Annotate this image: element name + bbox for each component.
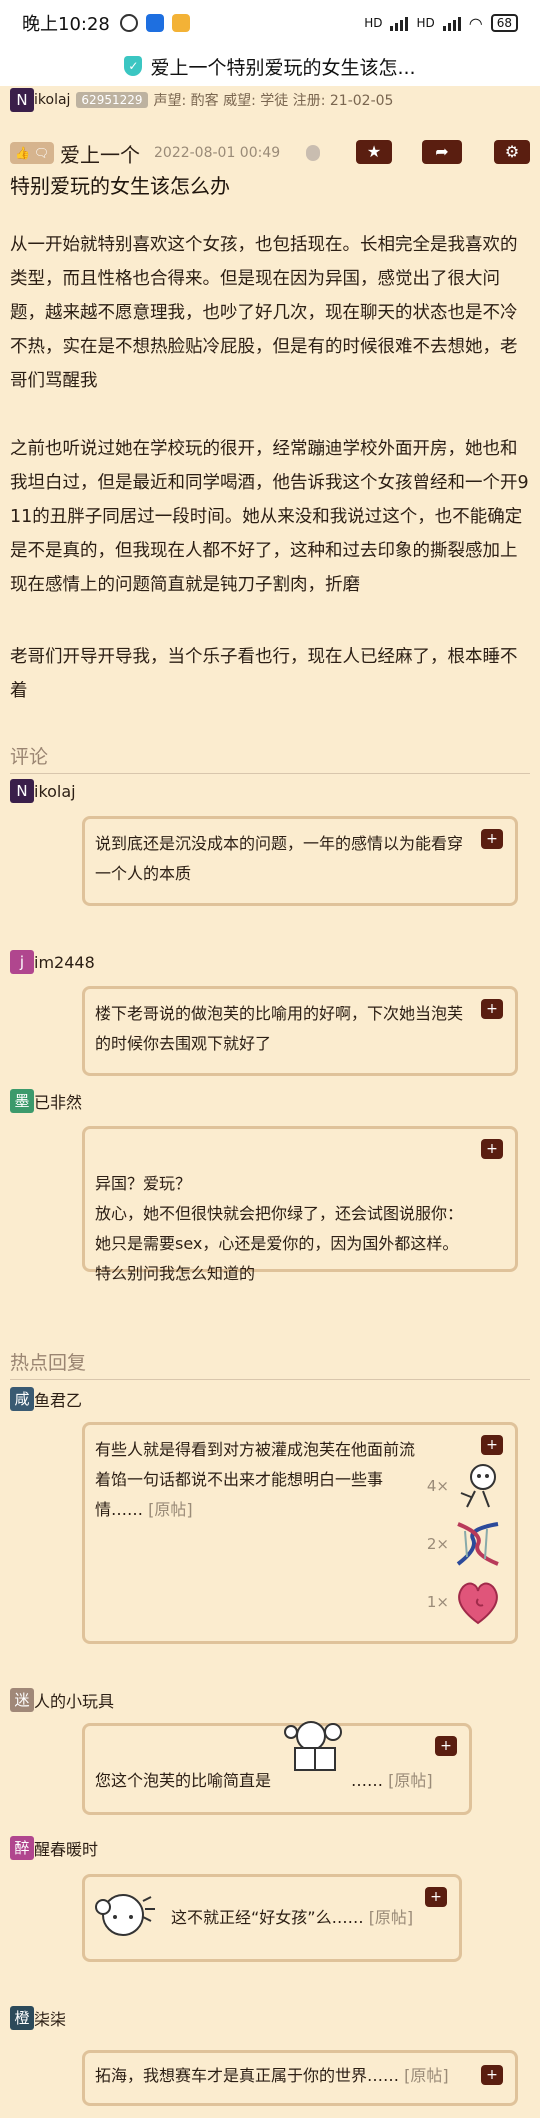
comment-bubble: 异国？爱玩？ 放心，她不但很快就会把你绿了，还会试图说服你：她只是需要sex，心… (82, 1126, 518, 1283)
reaction-count: 1× (426, 1593, 449, 1611)
share-button[interactable]: ➦ (422, 140, 462, 164)
shield-icon: ✓ (124, 56, 143, 76)
original-post-link[interactable]: [原帖] (148, 1500, 193, 1519)
battery-indicator: 68 (490, 14, 518, 32)
hot-reply-bubble: 有些人就是得看到对方被灌成泡芙在他面前流着馅一句话都说不出来才能想明白一些事情…… (82, 1422, 518, 1644)
hot-reply-username[interactable]: 鱼君乙 (34, 1387, 82, 1411)
comment-text: 楼下老哥说的做泡芙的比喻用的好啊，下次她当泡芙的时候你去围观下就好了 (95, 1004, 464, 1053)
hot-reply-text: 有些人就是得看到对方被灌成泡芙在他面前流着馅一句话都说不出来才能想明白一些事情…… (95, 1440, 416, 1519)
heart-icon (458, 1582, 498, 1625)
reaction-count: 4× (426, 1477, 449, 1495)
hot-replies-heading: 热点回复 (10, 1348, 530, 1380)
comment-user: N ikolaj (10, 779, 76, 803)
hot-reply-user: 咸 鱼君乙 (10, 1387, 82, 1411)
comments-heading: 评论 (10, 742, 530, 774)
hot-reply-user: 橙 柒柒 (10, 2006, 66, 2030)
comment-user: 墨 已非然 (10, 1089, 82, 1113)
reaction-dna[interactable]: 2× (427, 1519, 503, 1569)
post-title-part2: 特别爱玩的女生该怎么办 (10, 174, 230, 198)
message-notification-icon (171, 14, 190, 32)
hd-signal-label: HD (364, 16, 383, 30)
avatar[interactable]: 醉 (10, 1836, 34, 1860)
avatar[interactable]: N (10, 88, 34, 112)
plus-button[interactable]: + (481, 1139, 503, 1159)
comment-username[interactable]: im2448 (34, 953, 95, 972)
plus-button[interactable]: + (435, 1736, 457, 1756)
star-button[interactable]: ★ (356, 140, 392, 164)
hot-reply-username[interactable]: 柒柒 (34, 2006, 66, 2030)
status-time: 晚上10:28 (22, 14, 110, 35)
comment-bubble: 楼下老哥说的做泡芙的比喻用的好啊，下次她当泡芙的时候你去围观下就好了 + (82, 986, 518, 1076)
post-paragraph: 老哥们开导开导我，当个乐子看也行，现在人已经麻了，根本睡不着 (10, 647, 518, 701)
hot-reply-user: 迷 人的小玩具 (10, 1688, 114, 1712)
plus-button[interactable]: + (425, 1887, 447, 1907)
hot-reply-bubble: 这不就正经“好女孩”么…… [原帖] + (82, 1874, 462, 1962)
comment-username[interactable]: 已非然 (34, 1089, 82, 1113)
like-button[interactable]: 👍 🗨 (10, 142, 54, 164)
hot-reply-username[interactable]: 醒春暖时 (34, 1836, 98, 1860)
avatar[interactable]: N (10, 779, 34, 803)
original-post-link[interactable]: [原帖] (369, 1908, 414, 1927)
avatar[interactable]: 迷 (10, 1688, 34, 1712)
signal-icon-2 (442, 15, 461, 31)
plus-button[interactable]: + (481, 999, 503, 1019)
comment-user: j im2448 (10, 950, 95, 974)
reaction-stick-figure[interactable]: 4× (427, 1461, 503, 1511)
page-title: 爱上一个特别爱玩的女生该怎... (150, 56, 416, 79)
reaction-heart[interactable]: 1× (427, 1577, 503, 1627)
hot-reply-username[interactable]: 人的小玩具 (34, 1688, 114, 1712)
apple-icon (306, 145, 321, 161)
post-paragraph: 之前也听说过她在学校玩的很开，经常蹦迪学校外面开房，她也和我坦白过，但是最近和同… (10, 439, 529, 595)
hot-reply-user: 醉 醒春暖时 (10, 1836, 98, 1860)
comment-username[interactable]: ikolaj (34, 782, 76, 801)
comment-bubble: 说到底还是沉没成本的问题，一年的感情以为能看穿一个人的本质 + (82, 816, 518, 906)
alarm-icon (119, 14, 138, 32)
post-paragraph: 从一开始就特别喜欢这个女孩，也包括现在。长相完全是我喜欢的类型，而且性格也合得来… (10, 235, 518, 391)
hot-reply-bubble: 拓海，我想赛车才是真正属于你的世界…… [原帖] + (82, 2050, 518, 2106)
poster-uid: 62951229 (76, 92, 148, 108)
anime-girl-icon (95, 1894, 155, 1936)
status-bar: 晚上10:28 HD HD ◠ 68 (0, 0, 540, 46)
avatar[interactable]: 咸 (10, 1387, 34, 1411)
app-notification-icon (145, 14, 164, 32)
post-title-part1: 爱上一个 (60, 142, 140, 167)
avatar[interactable]: 墨 (10, 1089, 34, 1113)
poster-meta: 声望: 酌客 威望: 学徒 注册: 21-02-05 (153, 93, 394, 109)
plus-button[interactable]: + (481, 829, 503, 849)
settings-button[interactable]: ⚙ (494, 140, 530, 164)
poster-info: N ikolaj 62951229 声望: 酌客 威望: 学徒 注册: 21-0… (10, 88, 393, 112)
comment-text: 说到底还是沉没成本的问题，一年的感情以为能看穿一个人的本质 (95, 834, 464, 883)
signal-icon (390, 15, 409, 31)
wifi-icon: ◠ (468, 13, 483, 33)
hd-signal-label-2: HD (416, 16, 435, 30)
original-post-link[interactable]: [原帖] (388, 1771, 433, 1790)
hot-reply-tail: …… (351, 1771, 383, 1790)
avatar[interactable]: 橙 (10, 2006, 34, 2030)
hot-reply-text: 您这个泡芙的比喻简直是 (95, 1771, 272, 1790)
anime-girl-reading-icon (284, 1721, 342, 1771)
title-bar: ✓ 爱上一个特别爱玩的女生该怎... (0, 46, 540, 86)
poster-name[interactable]: ikolaj (34, 92, 70, 108)
dna-icon (456, 1522, 499, 1566)
hot-reply-bubble: 您这个泡芙的比喻简直是 …… [原帖] + (82, 1721, 472, 1815)
post-date: 2022-08-01 00:49 (154, 145, 281, 161)
avatar[interactable]: j (10, 950, 34, 974)
hot-reply-text: 这不就正经“好女孩”么…… (171, 1908, 364, 1927)
plus-button[interactable]: + (481, 2065, 503, 2085)
plus-button[interactable]: + (481, 1435, 503, 1455)
comment-text: 异国？爱玩？ 放心，她不但很快就会把你绿了，还会试图说服你：她只是需要sex，心… (95, 1174, 464, 1283)
reaction-count: 2× (426, 1535, 449, 1553)
hot-reply-text: 拓海，我想赛车才是真正属于你的世界…… (95, 2066, 400, 2085)
stick-figure-icon (460, 1464, 496, 1508)
original-post-link[interactable]: [原帖] (404, 2066, 449, 2085)
